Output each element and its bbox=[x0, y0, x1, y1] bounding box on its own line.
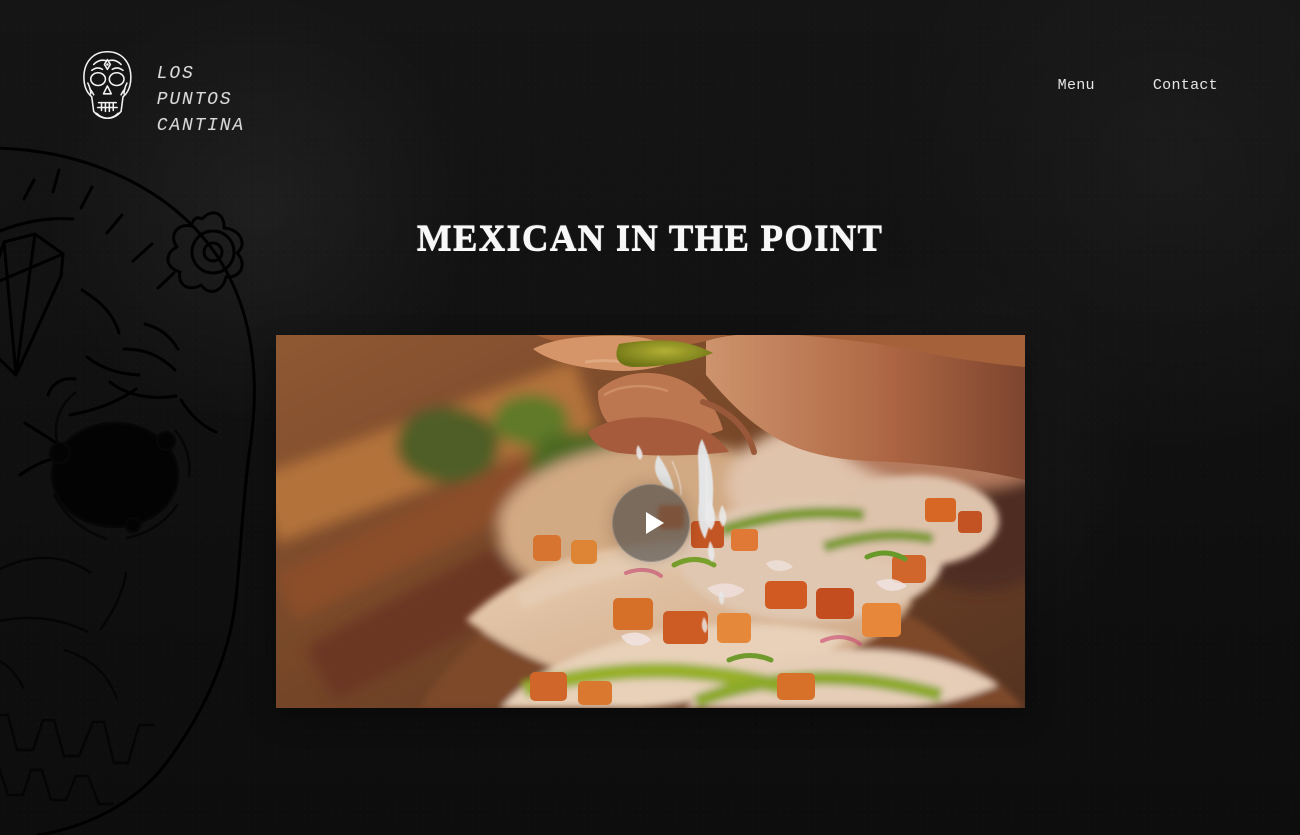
skull-icon bbox=[83, 50, 132, 120]
hero-video[interactable] bbox=[276, 335, 1025, 708]
sugar-skull-illustration bbox=[0, 146, 256, 835]
nav-menu-link[interactable]: Menu bbox=[1058, 77, 1095, 94]
brand[interactable]: LOS PUNTOS CANTINA bbox=[80, 48, 280, 136]
play-button[interactable] bbox=[612, 484, 690, 562]
main-navigation: Menu Contact bbox=[1058, 77, 1218, 94]
nav-contact-link[interactable]: Contact bbox=[1153, 77, 1218, 94]
hero-title: MEXICAN IN THE POINT bbox=[416, 217, 884, 259]
site-header: LOS PUNTOS CANTINA Menu Contact bbox=[0, 0, 1300, 140]
brand-name: LOS PUNTOS CANTINA bbox=[157, 61, 280, 139]
brand-line-2: CANTINA bbox=[156, 116, 245, 136]
brand-line-1: LOS PUNTOS bbox=[156, 64, 233, 110]
play-icon bbox=[645, 512, 664, 534]
